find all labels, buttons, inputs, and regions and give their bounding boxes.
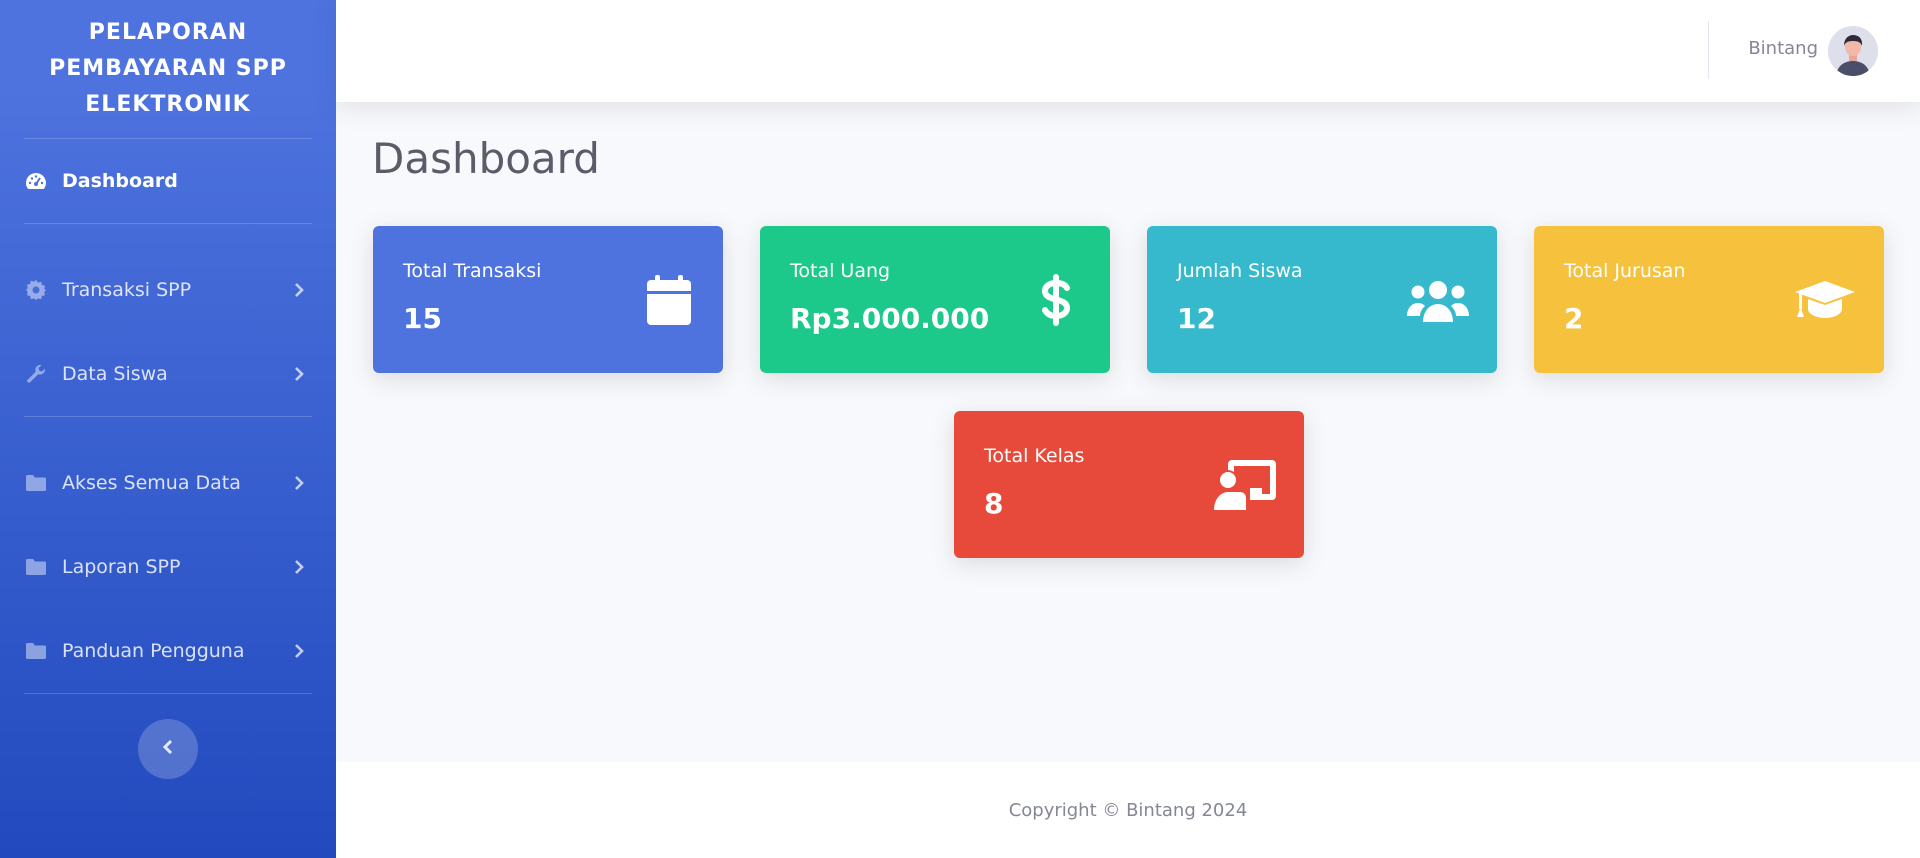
sidebar-item-dashboard[interactable]: Dashboard: [0, 139, 336, 223]
card-total-kelas: Total Kelas 8: [954, 411, 1304, 558]
graduation-cap-icon: [1794, 274, 1856, 326]
sidebar-item-akses-semua-data[interactable]: Akses Semua Data: [0, 441, 336, 525]
sidebar-item-label: Akses Semua Data: [62, 472, 241, 494]
sidebar-item-transaksi-spp[interactable]: Transaksi SPP: [0, 248, 336, 332]
sidebar-item-label: Data Siswa: [62, 363, 168, 385]
chevron-right-icon: [292, 560, 306, 574]
sidebar: PELAPORAN PEMBAYARAN SPP ELEKTRONIK Dash…: [0, 0, 336, 858]
sidebar-item-label: Laporan SPP: [62, 556, 181, 578]
card-total-uang: Total Uang Rp3.000.000: [760, 226, 1110, 373]
user-name[interactable]: Bintang: [1748, 38, 1818, 59]
user-avatar[interactable]: [1828, 26, 1878, 76]
sidebar-item-label: Panduan Pengguna: [62, 640, 245, 662]
footer: Copyright © Bintang 2024: [336, 762, 1920, 858]
folder-icon: [24, 556, 48, 578]
page-title: Dashboard: [372, 134, 600, 183]
copyright-text: Copyright © Bintang 2024: [1008, 799, 1248, 821]
folder-icon: [24, 640, 48, 662]
topbar: Bintang: [336, 0, 1920, 102]
sidebar-brand[interactable]: PELAPORAN PEMBAYARAN SPP ELEKTRONIK: [0, 0, 336, 138]
card-total-transaksi: Total Transaksi 15: [373, 226, 723, 373]
sidebar-divider: [24, 693, 312, 694]
sidebar-item-laporan-spp[interactable]: Laporan SPP: [0, 525, 336, 609]
chevron-left-icon: [162, 739, 174, 759]
dollar-icon: [1030, 274, 1082, 326]
wrench-icon: [24, 363, 48, 385]
sidebar-item-label: Dashboard: [62, 170, 178, 192]
gear-icon: [24, 279, 48, 301]
users-icon: [1407, 274, 1469, 326]
chevron-right-icon: [292, 367, 306, 381]
calendar-icon: [643, 274, 695, 326]
chevron-right-icon: [292, 283, 306, 297]
tachometer-icon: [24, 170, 48, 192]
folder-icon: [24, 472, 48, 494]
topbar-divider: [1708, 21, 1709, 79]
sidebar-toggle-button[interactable]: [138, 719, 198, 779]
sidebar-item-panduan-pengguna[interactable]: Panduan Pengguna: [0, 609, 336, 693]
chalkboard-teacher-icon: [1214, 459, 1276, 511]
sidebar-item-data-siswa[interactable]: Data Siswa: [0, 332, 336, 416]
card-total-jurusan: Total Jurusan 2: [1534, 226, 1884, 373]
chevron-right-icon: [292, 644, 306, 658]
card-jumlah-siswa: Jumlah Siswa 12: [1147, 226, 1497, 373]
chevron-right-icon: [292, 476, 306, 490]
sidebar-item-label: Transaksi SPP: [62, 279, 192, 301]
